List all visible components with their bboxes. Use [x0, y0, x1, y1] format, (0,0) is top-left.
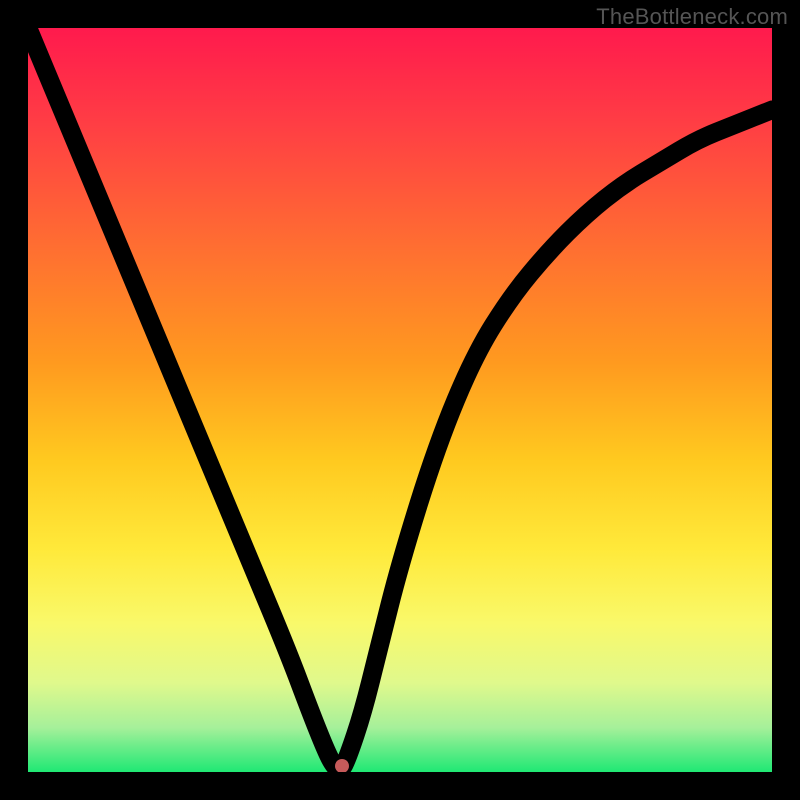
chart-frame: TheBottleneck.com — [0, 0, 800, 800]
watermark-text: TheBottleneck.com — [596, 4, 788, 30]
plot-area — [28, 28, 772, 772]
optimal-point-marker — [335, 759, 349, 772]
bottleneck-curve — [28, 28, 772, 772]
